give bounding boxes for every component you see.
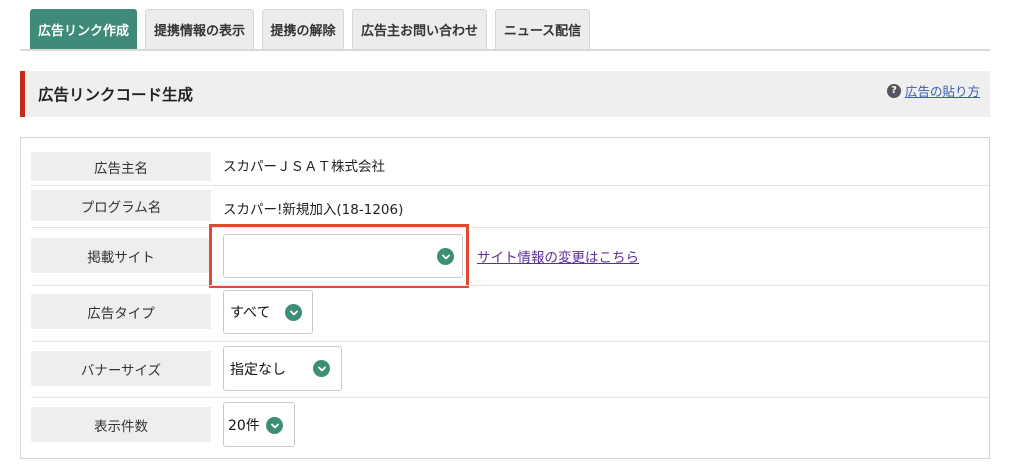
page-title: 広告リンクコード生成 (38, 86, 194, 104)
advertiser-label: 広告主名 (31, 152, 211, 181)
program-value: スカパー!新規加入(18-1206) (223, 202, 404, 218)
row-divider (31, 397, 989, 398)
ad-type-select-value: すべて (230, 305, 271, 321)
tab-bar: 広告リンク作成 提携情報の表示 提携の解除 広告主お問い合わせ ニュース配信 (30, 9, 598, 49)
tab-underline (20, 49, 990, 51)
tab-cancel-partnership[interactable]: 提携の解除 (262, 9, 344, 49)
program-label: プログラム名 (31, 190, 211, 221)
link-form: 広告主名 スカパーＪＳＡＴ株式会社 プログラム名 スカパー!新規加入(18-12… (20, 137, 990, 459)
per-page-select-value: 20件 (228, 417, 260, 434)
chevron-down-icon (313, 360, 330, 377)
row-divider (31, 227, 989, 228)
per-page-select[interactable]: 20件 (223, 402, 295, 447)
banner-size-select[interactable]: 指定なし (223, 346, 342, 391)
section-heading: 広告リンクコード生成 ? 広告の貼り方 (20, 71, 990, 117)
site-label: 掲載サイト (31, 238, 211, 273)
chevron-down-icon (285, 304, 302, 321)
ad-type-label: 広告タイプ (31, 294, 211, 329)
row-divider (31, 185, 989, 186)
site-info-change-link[interactable]: サイト情報の変更はこちら (477, 246, 639, 266)
banner-size-select-value: 指定なし (230, 361, 286, 378)
tab-news-delivery[interactable]: ニュース配信 (495, 9, 590, 49)
highlight-box (209, 224, 469, 288)
tab-partnership-info[interactable]: 提携情報の表示 (145, 9, 254, 49)
row-divider (31, 285, 989, 286)
chevron-down-icon (266, 417, 283, 434)
help-link-label: 広告の貼り方 (904, 84, 980, 99)
question-icon: ? (886, 83, 901, 98)
advertiser-value: スカパーＪＳＡＴ株式会社 (223, 159, 385, 175)
banner-size-label: バナーサイズ (31, 351, 211, 386)
per-page-label: 表示件数 (31, 407, 211, 442)
row-divider (31, 341, 989, 342)
tab-advertiser-inquiry[interactable]: 広告主お問い合わせ (352, 9, 487, 49)
help-link[interactable]: ? 広告の貼り方 (886, 81, 980, 100)
ad-type-select[interactable]: すべて (223, 290, 313, 334)
tab-ad-link-create[interactable]: 広告リンク作成 (30, 9, 137, 49)
